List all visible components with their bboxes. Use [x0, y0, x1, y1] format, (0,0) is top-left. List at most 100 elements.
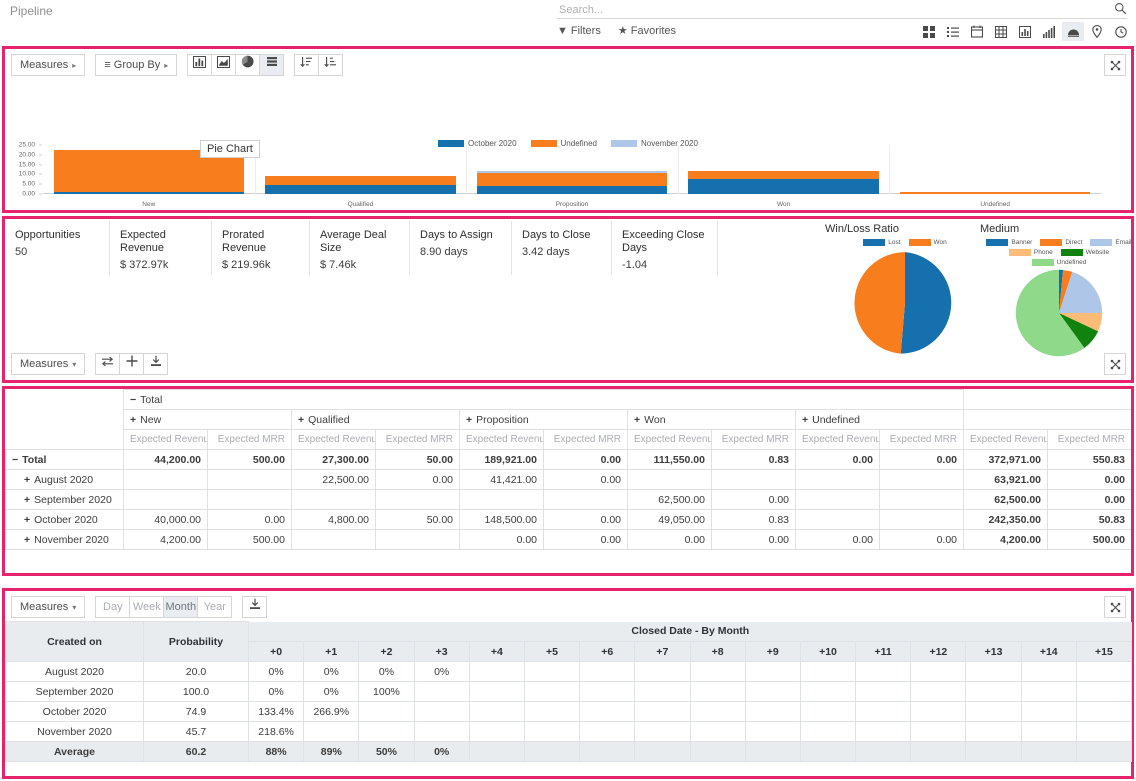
- pivot-cell[interactable]: [291, 489, 376, 510]
- pie-legend-item[interactable]: Undefined: [1031, 259, 1086, 266]
- cohort-cell[interactable]: 100%: [358, 681, 415, 702]
- cohort-cell[interactable]: [744, 681, 801, 702]
- pivot-measures-button[interactable]: Measures ▾: [11, 353, 86, 375]
- kpi-card[interactable]: Opportunities 50: [5, 221, 110, 275]
- bar-chart-view-icon[interactable]: [1014, 22, 1036, 41]
- pivot-cell[interactable]: 0.00: [459, 529, 544, 550]
- expand-all-icon[interactable]: [119, 353, 145, 375]
- pivot-cell[interactable]: 49,050.00: [627, 509, 712, 530]
- bar-segment[interactable]: [265, 185, 456, 194]
- cohort-cell[interactable]: [413, 701, 470, 722]
- flip-axis-icon[interactable]: [95, 353, 121, 375]
- pivot-measure-header[interactable]: Expected Revenue: [123, 429, 208, 450]
- pivot-cell[interactable]: 0.00: [1047, 469, 1131, 490]
- cohort-cell[interactable]: [910, 661, 967, 682]
- pivot-cell[interactable]: 41,421.00: [459, 469, 544, 490]
- pivot-cell[interactable]: [375, 489, 460, 510]
- pie-legend-item[interactable]: Banner: [986, 239, 1032, 246]
- pie-legend-item[interactable]: Phone: [1008, 249, 1053, 256]
- pivot-cell[interactable]: [123, 489, 208, 510]
- pivot-col-group-header[interactable]: + Proposition: [459, 409, 628, 430]
- pivot-cell[interactable]: 0.00: [711, 529, 796, 550]
- line-chart-button[interactable]: [211, 54, 237, 76]
- bar-segment[interactable]: [265, 176, 456, 186]
- cohort-cell[interactable]: [634, 721, 691, 742]
- cohort-cell[interactable]: [468, 721, 525, 742]
- pie-chart-button[interactable]: [235, 54, 261, 76]
- pivot-cell[interactable]: 22,500.00: [291, 469, 376, 490]
- pivot-measure-header[interactable]: Expected Revenue: [627, 429, 712, 450]
- pivot-cell[interactable]: [459, 489, 544, 510]
- pivot-measure-header[interactable]: Expected MRR: [711, 429, 796, 450]
- pivot-measure-header[interactable]: Expected Revenue: [459, 429, 544, 450]
- cohort-cell[interactable]: 0%: [303, 681, 360, 702]
- cohort-cell[interactable]: [965, 661, 1022, 682]
- favorites-button[interactable]: ★ Favorites: [618, 24, 676, 37]
- kpi-card[interactable]: Prorated Revenue $ 219.96k: [212, 221, 310, 275]
- breadcrumb[interactable]: Pipeline: [10, 4, 53, 18]
- pivot-measure-header[interactable]: Expected Revenue: [963, 429, 1049, 450]
- pivot-cell[interactable]: 500.00: [1047, 529, 1131, 550]
- search-bar[interactable]: [557, 2, 1127, 19]
- pivot-cell[interactable]: 0.00: [795, 529, 880, 550]
- pivot-row-header[interactable]: − Total: [5, 449, 124, 470]
- pivot-measure-header[interactable]: Expected MRR: [878, 429, 965, 450]
- chart-fullscreen-button[interactable]: [1104, 54, 1126, 76]
- pivot-measure-header[interactable]: Expected MRR: [375, 429, 460, 450]
- cohort-cell[interactable]: [579, 661, 636, 682]
- cohort-cell[interactable]: [413, 721, 470, 742]
- cohort-cell[interactable]: 0%: [247, 661, 305, 682]
- bar-segment[interactable]: [476, 173, 668, 187]
- pivot-cell[interactable]: 0.00: [795, 449, 880, 470]
- bar-group[interactable]: Undefined: [899, 192, 1091, 208]
- pie-legend-item[interactable]: Direct: [1040, 239, 1082, 246]
- pivot-cell[interactable]: 4,800.00: [291, 509, 376, 530]
- cohort-cell[interactable]: [744, 701, 801, 722]
- cohort-view-icon[interactable]: [1062, 22, 1084, 41]
- pivot-cell[interactable]: 0.00: [711, 489, 796, 510]
- cohort-cell[interactable]: [523, 701, 581, 722]
- stacked-button[interactable]: [259, 54, 285, 76]
- pivot-cell[interactable]: 62,500.00: [627, 489, 712, 510]
- kanban-view-icon[interactable]: [918, 22, 940, 41]
- cohort-cell[interactable]: [1020, 721, 1077, 742]
- calendar-view-icon[interactable]: [966, 22, 988, 41]
- bar-chart-button[interactable]: [187, 54, 213, 76]
- pivot-cell[interactable]: [878, 469, 965, 490]
- activity-view-icon[interactable]: [1038, 22, 1060, 41]
- pivot-cell[interactable]: 0.83: [711, 509, 796, 530]
- pivot-cell[interactable]: 4,200.00: [123, 529, 208, 550]
- pivot-cell[interactable]: 148,500.00: [459, 509, 544, 530]
- cohort-cell[interactable]: [634, 701, 691, 722]
- pivot-col-group-header[interactable]: + Undefined: [794, 409, 965, 430]
- cohort-cell[interactable]: [965, 681, 1022, 702]
- pivot-measure-header[interactable]: Expected MRR: [1047, 429, 1131, 450]
- pivot-cell[interactable]: 62,500.00: [963, 489, 1049, 510]
- pie-legend-item[interactable]: Email: [1090, 239, 1132, 246]
- pivot-cell[interactable]: 189,921.00: [459, 449, 544, 470]
- bar-segment[interactable]: [899, 192, 1091, 194]
- pivot-cell[interactable]: 0.00: [878, 449, 965, 470]
- pivot-cell[interactable]: [878, 509, 965, 530]
- clock-view-icon[interactable]: [1110, 22, 1132, 41]
- cohort-cell[interactable]: [1075, 681, 1133, 702]
- kpi-card[interactable]: Days to Close 3.42 days: [512, 221, 612, 275]
- cohort-row-label[interactable]: September 2020: [5, 681, 144, 702]
- pivot-cell[interactable]: 0.00: [1047, 489, 1131, 510]
- pivot-cell[interactable]: 0.00: [543, 449, 628, 470]
- cohort-cell[interactable]: [1075, 701, 1133, 722]
- sort-asc-button[interactable]: [318, 54, 344, 76]
- pivot-cell[interactable]: 50.00: [375, 449, 460, 470]
- cohort-cell[interactable]: 266.9%: [303, 701, 360, 722]
- pivot-cell[interactable]: 4,200.00: [963, 529, 1049, 550]
- pivot-cell[interactable]: [627, 469, 712, 490]
- pivot-cell[interactable]: 550.83: [1047, 449, 1131, 470]
- cohort-cell[interactable]: [468, 661, 525, 682]
- cohort-cell[interactable]: [799, 661, 857, 682]
- filters-button[interactable]: ▼ Filters: [557, 25, 601, 37]
- cohort-cell[interactable]: [1020, 681, 1077, 702]
- download-xlsx-icon[interactable]: [242, 596, 268, 618]
- cohort-cell[interactable]: [358, 701, 415, 722]
- cohort-cell[interactable]: [689, 681, 746, 702]
- cohort-cell[interactable]: [799, 721, 857, 742]
